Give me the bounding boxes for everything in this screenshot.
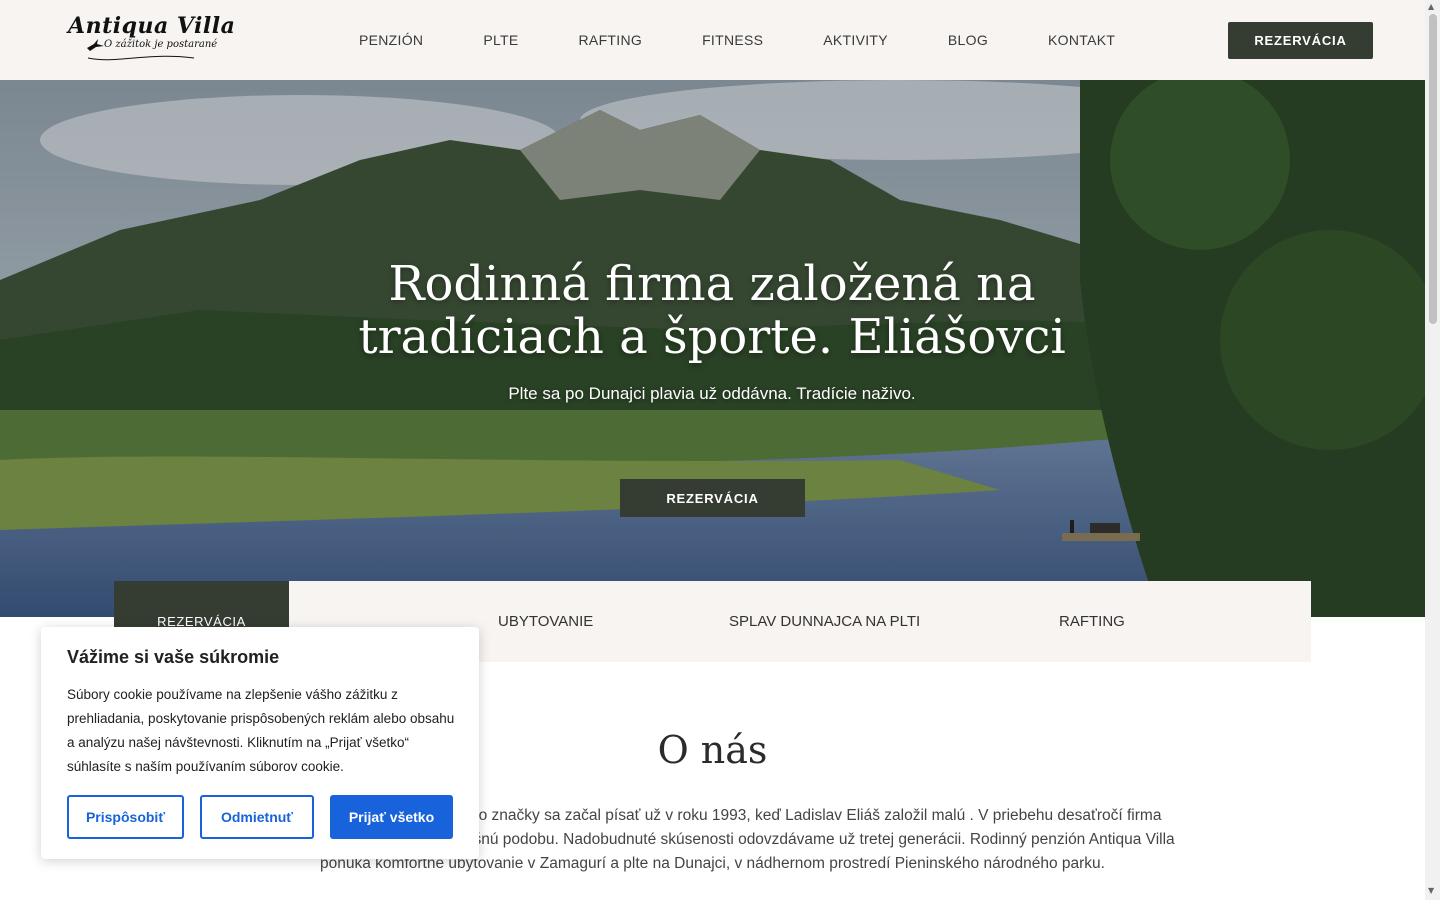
nav-aktivity[interactable]: AKTIVITY	[823, 32, 888, 48]
tab-ubytovanie[interactable]: UBYTOVANIE	[498, 581, 593, 662]
nav-blog[interactable]: BLOG	[948, 32, 988, 48]
logo[interactable]: Antiqua Villa O zážitok je postarané	[68, 13, 236, 64]
cookie-title: Vážime si vaše súkromie	[67, 647, 280, 667]
tab-splav[interactable]: SPLAV DUNNAJCA NA PLTI	[729, 581, 920, 662]
scroll-thumb[interactable]	[1429, 14, 1437, 324]
cookie-customize-button[interactable]: Prispôsobiť	[67, 795, 184, 839]
tab-rafting[interactable]: RAFTING	[1059, 581, 1125, 662]
scroll-up-icon[interactable]: ▲	[1428, 2, 1434, 11]
nav-fitness[interactable]: FITNESS	[702, 32, 763, 48]
cookie-consent-dialog: Vážime si vaše súkromie Súbory cookie po…	[41, 627, 479, 859]
hero-title: Rodinná firma založená na tradíciach a š…	[358, 256, 1066, 365]
main-nav: PENZIÓN PLTE RAFTING FITNESS AKTIVITY BL…	[359, 0, 1175, 80]
hero-subtitle: Plte sa po Dunajci plavia už oddávna. Tr…	[508, 384, 916, 403]
hero-section: Rodinná firma založená na tradíciach a š…	[0, 80, 1425, 617]
logo-flourish	[87, 55, 195, 61]
page-scrollbar[interactable]: ▲ ▼	[1425, 0, 1440, 900]
cookie-reject-button[interactable]: Odmietnuť	[200, 795, 314, 839]
nav-penzion[interactable]: PENZIÓN	[359, 32, 423, 48]
hero-reservation-button[interactable]: REZERVÁCIA	[620, 479, 805, 517]
cookie-text: Súbory cookie používame na zlepšenie váš…	[67, 687, 455, 774]
logo-title: Antiqua Villa	[68, 13, 236, 39]
header-reservation-button[interactable]: REZERVÁCIA	[1228, 22, 1373, 59]
bird-icon	[87, 39, 104, 51]
nav-rafting[interactable]: RAFTING	[579, 32, 643, 48]
nav-kontakt[interactable]: KONTAKT	[1048, 32, 1115, 48]
about-title: O nás	[657, 728, 768, 772]
site-header: Antiqua Villa O zážitok je postarané PEN…	[0, 0, 1425, 80]
scroll-down-icon[interactable]: ▼	[1428, 886, 1434, 895]
cookie-accept-button[interactable]: Prijať všetko	[330, 795, 453, 839]
nav-plte[interactable]: PLTE	[483, 32, 518, 48]
logo-tagline: O zážitok je postarané	[104, 39, 218, 50]
